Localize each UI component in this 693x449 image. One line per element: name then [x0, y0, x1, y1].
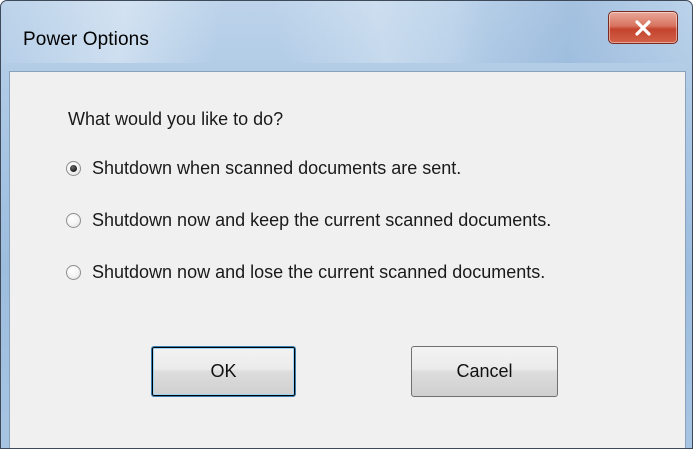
option-label: Shutdown now and lose the current scanne…: [92, 262, 546, 282]
radio-checked-icon[interactable]: [66, 161, 81, 176]
radio-unchecked-icon[interactable]: [66, 213, 81, 228]
radio-unchecked-icon[interactable]: [66, 265, 81, 280]
cancel-button[interactable]: Cancel: [411, 346, 558, 397]
close-icon: [634, 19, 652, 36]
option-label: Shutdown when scanned documents are sent…: [92, 158, 462, 178]
close-button[interactable]: [608, 11, 678, 44]
title-bar[interactable]: Power Options: [1, 1, 692, 63]
power-options-dialog: Power Options What would you like to do?…: [0, 0, 693, 449]
ok-button[interactable]: OK: [151, 346, 296, 397]
option-label: Shutdown now and keep the current scanne…: [92, 210, 552, 230]
option-shutdown-keep[interactable]: Shutdown now and keep the current scanne…: [66, 210, 551, 231]
option-shutdown-lose[interactable]: Shutdown now and lose the current scanne…: [66, 262, 545, 283]
option-shutdown-when-sent[interactable]: Shutdown when scanned documents are sent…: [66, 158, 461, 179]
prompt-text: What would you like to do?: [68, 109, 284, 129]
window-title: Power Options: [23, 29, 149, 50]
dialog-body: What would you like to do? Shutdown when…: [9, 71, 686, 448]
